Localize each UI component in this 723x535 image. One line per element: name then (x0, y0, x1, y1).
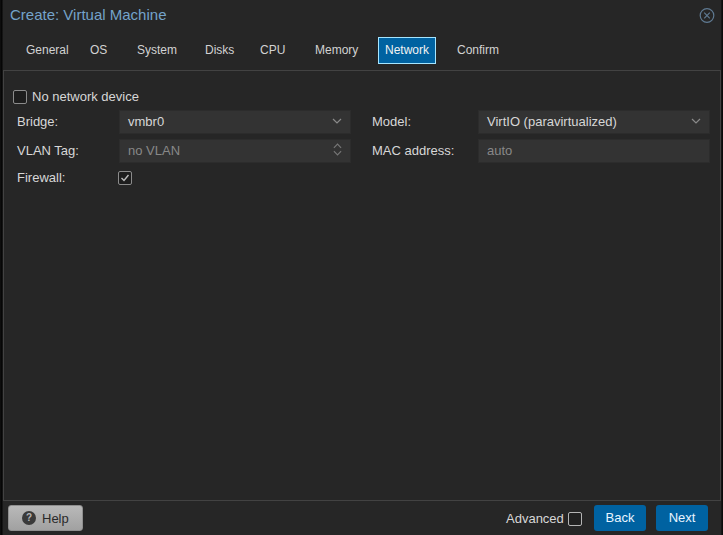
vlan-tag-label: VLAN Tag: (17, 139, 79, 163)
firewall-checkbox[interactable] (118, 171, 132, 185)
chevron-down-icon[interactable] (691, 118, 701, 124)
check-icon (119, 172, 131, 184)
firewall-label: Firewall: (17, 166, 65, 190)
network-form-panel: No network device Bridge: vmbr0 VLAN Tag… (3, 70, 721, 501)
spinner-up-icon[interactable] (333, 143, 342, 149)
tab-memory[interactable]: Memory (309, 37, 364, 64)
tab-network[interactable]: Network (378, 37, 436, 64)
tab-system[interactable]: System (131, 37, 183, 64)
help-button-label: Help (42, 511, 69, 526)
tab-cpu[interactable]: CPU (254, 37, 291, 64)
advanced-label: Advanced (506, 506, 564, 532)
vlan-tag-placeholder: no VLAN (128, 143, 180, 158)
bridge-combo[interactable]: vmbr0 (119, 110, 351, 134)
dialog-title: Create: Virtual Machine (10, 6, 166, 23)
advanced-checkbox[interactable] (568, 512, 582, 526)
model-combo[interactable]: VirtIO (paravirtualized) (478, 110, 710, 134)
model-value: VirtIO (paravirtualized) (487, 114, 617, 129)
help-button[interactable]: ? Help (8, 505, 83, 531)
help-icon: ? (22, 511, 36, 525)
tab-confirm[interactable]: Confirm (451, 37, 505, 64)
next-button[interactable]: Next (656, 505, 708, 531)
close-icon[interactable] (698, 6, 716, 24)
model-label: Model: (372, 110, 411, 134)
vlan-tag-spinner[interactable]: no VLAN (119, 139, 351, 163)
mac-address-input[interactable]: auto (478, 139, 710, 163)
no-network-device-label: No network device (32, 85, 139, 109)
tab-general[interactable]: General (20, 37, 75, 64)
bridge-value: vmbr0 (128, 114, 164, 129)
back-button[interactable]: Back (594, 505, 646, 531)
tab-os[interactable]: OS (84, 37, 113, 64)
mac-address-label: MAC address: (372, 139, 454, 163)
chevron-down-icon[interactable] (332, 118, 342, 124)
bridge-label: Bridge: (17, 110, 58, 134)
mac-address-placeholder: auto (487, 143, 512, 158)
no-network-device-checkbox[interactable] (13, 90, 27, 104)
tab-disks[interactable]: Disks (199, 37, 240, 64)
spinner-down-icon[interactable] (333, 150, 342, 156)
